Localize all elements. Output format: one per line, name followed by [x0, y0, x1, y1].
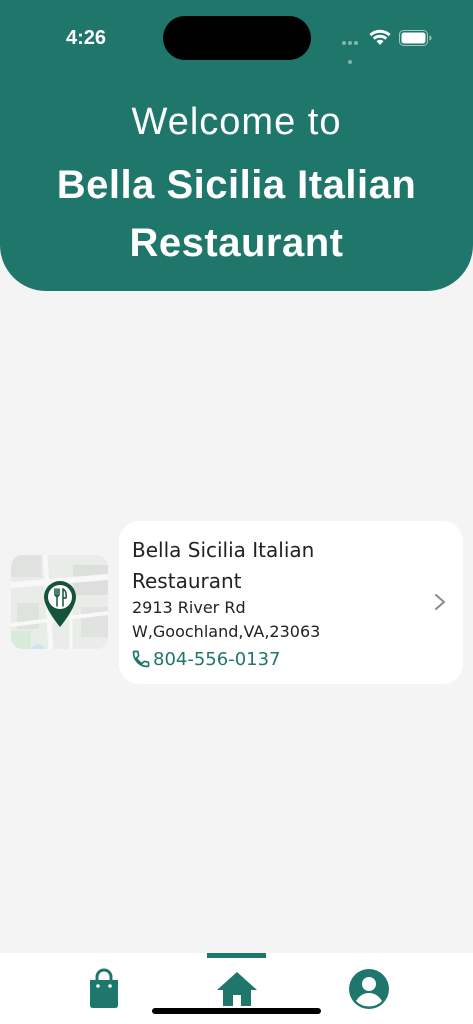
- address-line-2: W,Goochland,VA,23063: [132, 622, 321, 641]
- shopping-bag-icon: [90, 968, 118, 1008]
- welcome-header: 4:26 Welcome to Bella Sicilia Italian Re…: [0, 0, 473, 291]
- battery-icon: [399, 30, 432, 46]
- restaurant-title: Bella Sicilia Italian Restaurant: [56, 163, 417, 265]
- welcome-text: Welcome to: [131, 101, 342, 143]
- phone-icon: [132, 650, 150, 668]
- active-tab-indicator: [207, 953, 266, 958]
- chevron-right-icon[interactable]: [433, 593, 447, 611]
- app-screen: 4:26 Welcome to Bella Sicilia Italian Re…: [0, 0, 473, 1024]
- tab-home[interactable]: [212, 967, 262, 1011]
- status-time: 4:26: [66, 27, 107, 49]
- restaurant-card[interactable]: Bella Sicilia Italian Restaurant 2913 Ri…: [119, 521, 463, 684]
- wifi-icon: [369, 29, 391, 45]
- address-line-1: 2913 River Rd: [132, 598, 246, 617]
- home-indicator: [152, 1008, 321, 1014]
- fork-knife-pin-icon: [44, 581, 76, 627]
- account-icon: [349, 969, 389, 1009]
- restaurant-address: 2913 River Rd W,Goochland,VA,23063: [132, 596, 432, 644]
- phone-number: 804-556-0137: [153, 648, 281, 670]
- cellular-signal-icon: [340, 41, 362, 64]
- restaurant-map-thumbnail[interactable]: [11, 555, 108, 649]
- status-bar: 4:26: [0, 0, 473, 70]
- home-icon: [217, 972, 257, 1006]
- tab-orders[interactable]: [79, 967, 129, 1011]
- tab-profile[interactable]: [344, 967, 394, 1011]
- phone-link[interactable]: 804-556-0137: [131, 647, 281, 671]
- dynamic-island: [163, 16, 311, 60]
- restaurant-name: Bella Sicilia Italian Restaurant: [132, 538, 315, 593]
